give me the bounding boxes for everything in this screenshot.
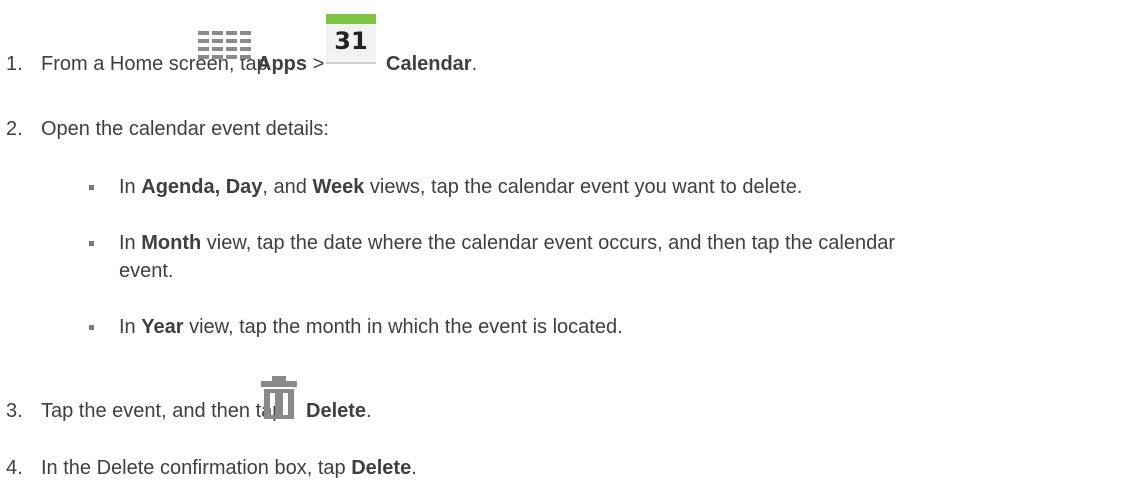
step-text: Tap the event, and then tap: [41, 400, 284, 422]
step-number: 4.: [6, 457, 23, 479]
delete-label: Delete: [351, 457, 412, 479]
subitem-1: In Agenda, Day, and Week views, tap the …: [119, 176, 803, 198]
trash-icon: [261, 376, 297, 419]
bullet: [89, 185, 94, 190]
bullet: [89, 241, 94, 246]
bullet: [89, 325, 94, 330]
step-1-end: Calendar.: [386, 53, 478, 75]
calendar-day: 31: [334, 27, 368, 55]
step-3-end: Delete.: [306, 400, 372, 422]
calendar-label: Calendar: [386, 53, 472, 75]
subitem-2-cont: event.: [119, 260, 174, 282]
subitem-3: In Year view, tap the month in which the…: [119, 316, 623, 338]
calendar-icon: 31: [324, 14, 378, 68]
apps-label: Apps: [257, 53, 307, 75]
step-text: Open the calendar event details:: [41, 118, 329, 140]
apps-grid-icon: [198, 31, 251, 59]
step-number: 1.: [6, 53, 23, 75]
step-number: 2.: [6, 118, 23, 140]
step-number: 3.: [6, 400, 23, 422]
step-1-rest: Apps >: [257, 53, 325, 75]
subitem-2: In Month view, tap the date where the ca…: [119, 232, 896, 254]
step-text: In the Delete confirmation box, tap Dele…: [41, 457, 417, 479]
delete-label: Delete: [306, 400, 367, 422]
